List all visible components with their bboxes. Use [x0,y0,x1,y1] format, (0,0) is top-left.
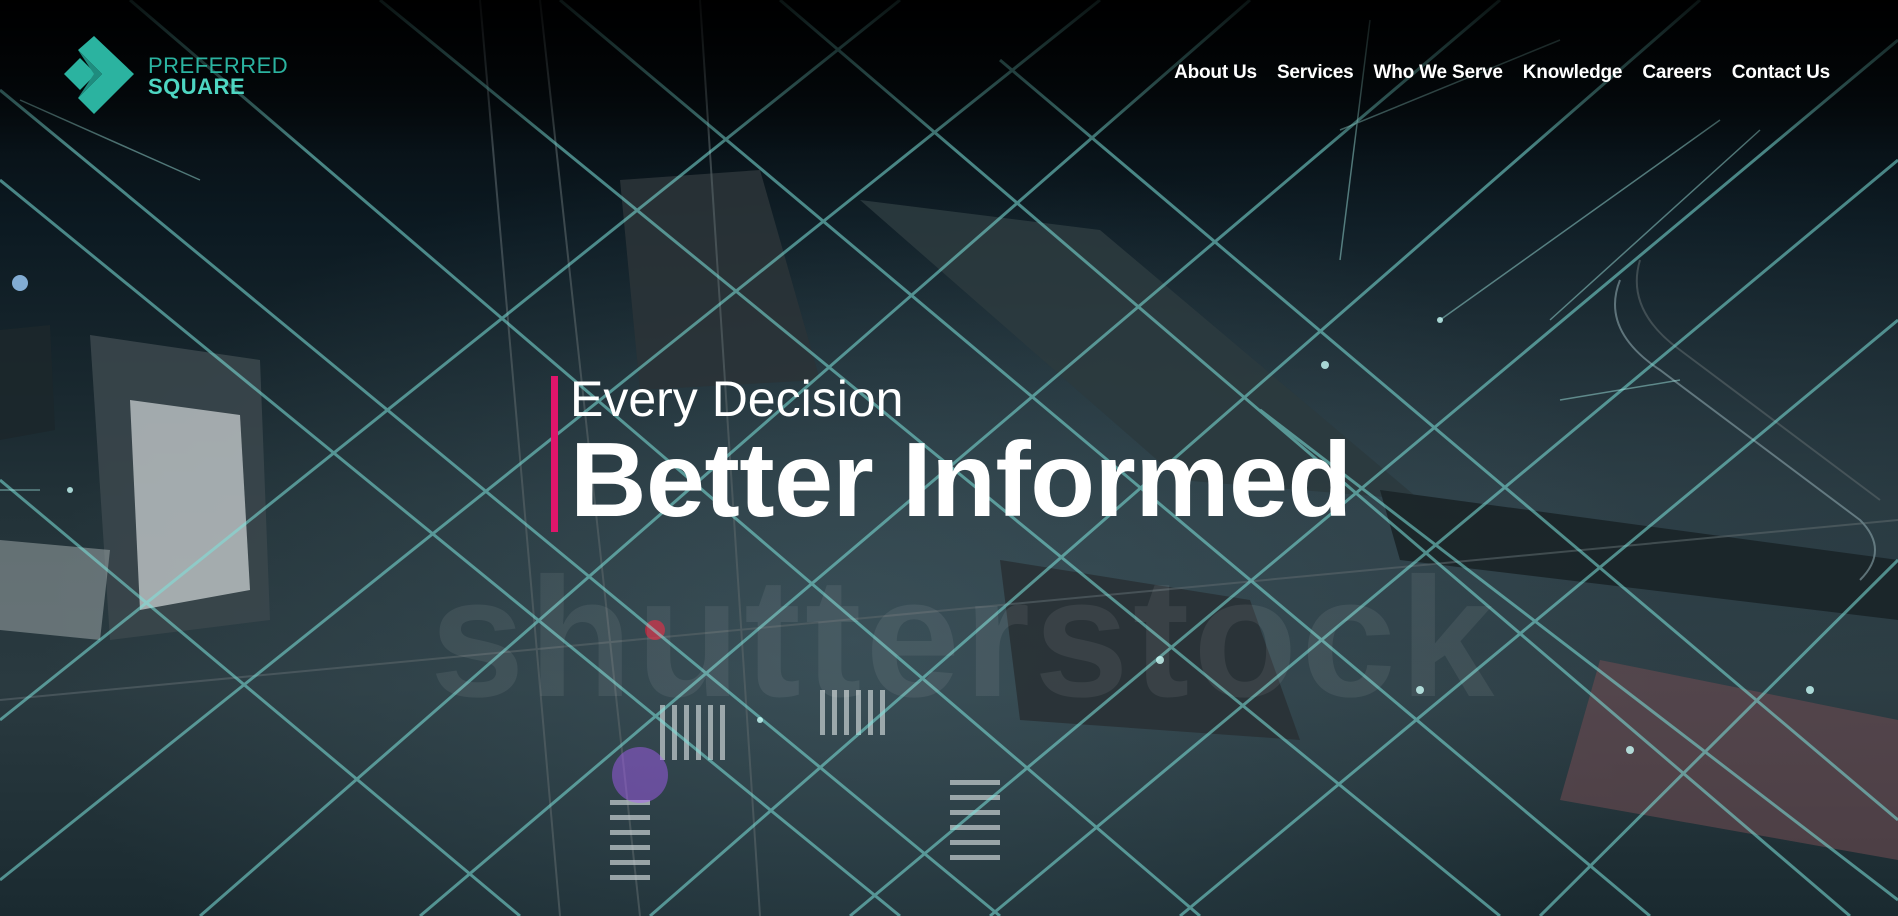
hero-headline: Every Decision Better Informed [551,371,1352,539]
shutterstock-watermark: shutterstock [430,543,1499,733]
brand-line-1: PREFERRED [148,53,289,78]
hero-tagline-small: Every Decision [570,371,904,427]
nav-contact-us[interactable]: Contact Us [1732,62,1830,84]
hero-tagline-large: Better Informed [570,421,1352,539]
brand-line-2: SQUARE [148,74,246,99]
nav-who-we-serve[interactable]: Who We Serve [1374,62,1503,84]
chevron-square-logo-icon [64,36,134,114]
nav-about-us[interactable]: About Us [1174,62,1257,84]
brand-logo[interactable]: PREFERRED SQUARE [60,36,288,116]
nav-careers[interactable]: Careers [1642,62,1712,84]
nav-services[interactable]: Services [1277,62,1354,84]
nav-knowledge[interactable]: Knowledge [1523,62,1623,84]
main-nav: About Us Services Who We Serve Knowledge… [1174,62,1830,84]
brand-wordmark: PREFERRED SQUARE [148,53,289,99]
hero-section: shutterstock PREFERRED SQUARE About Us S… [0,0,1898,916]
